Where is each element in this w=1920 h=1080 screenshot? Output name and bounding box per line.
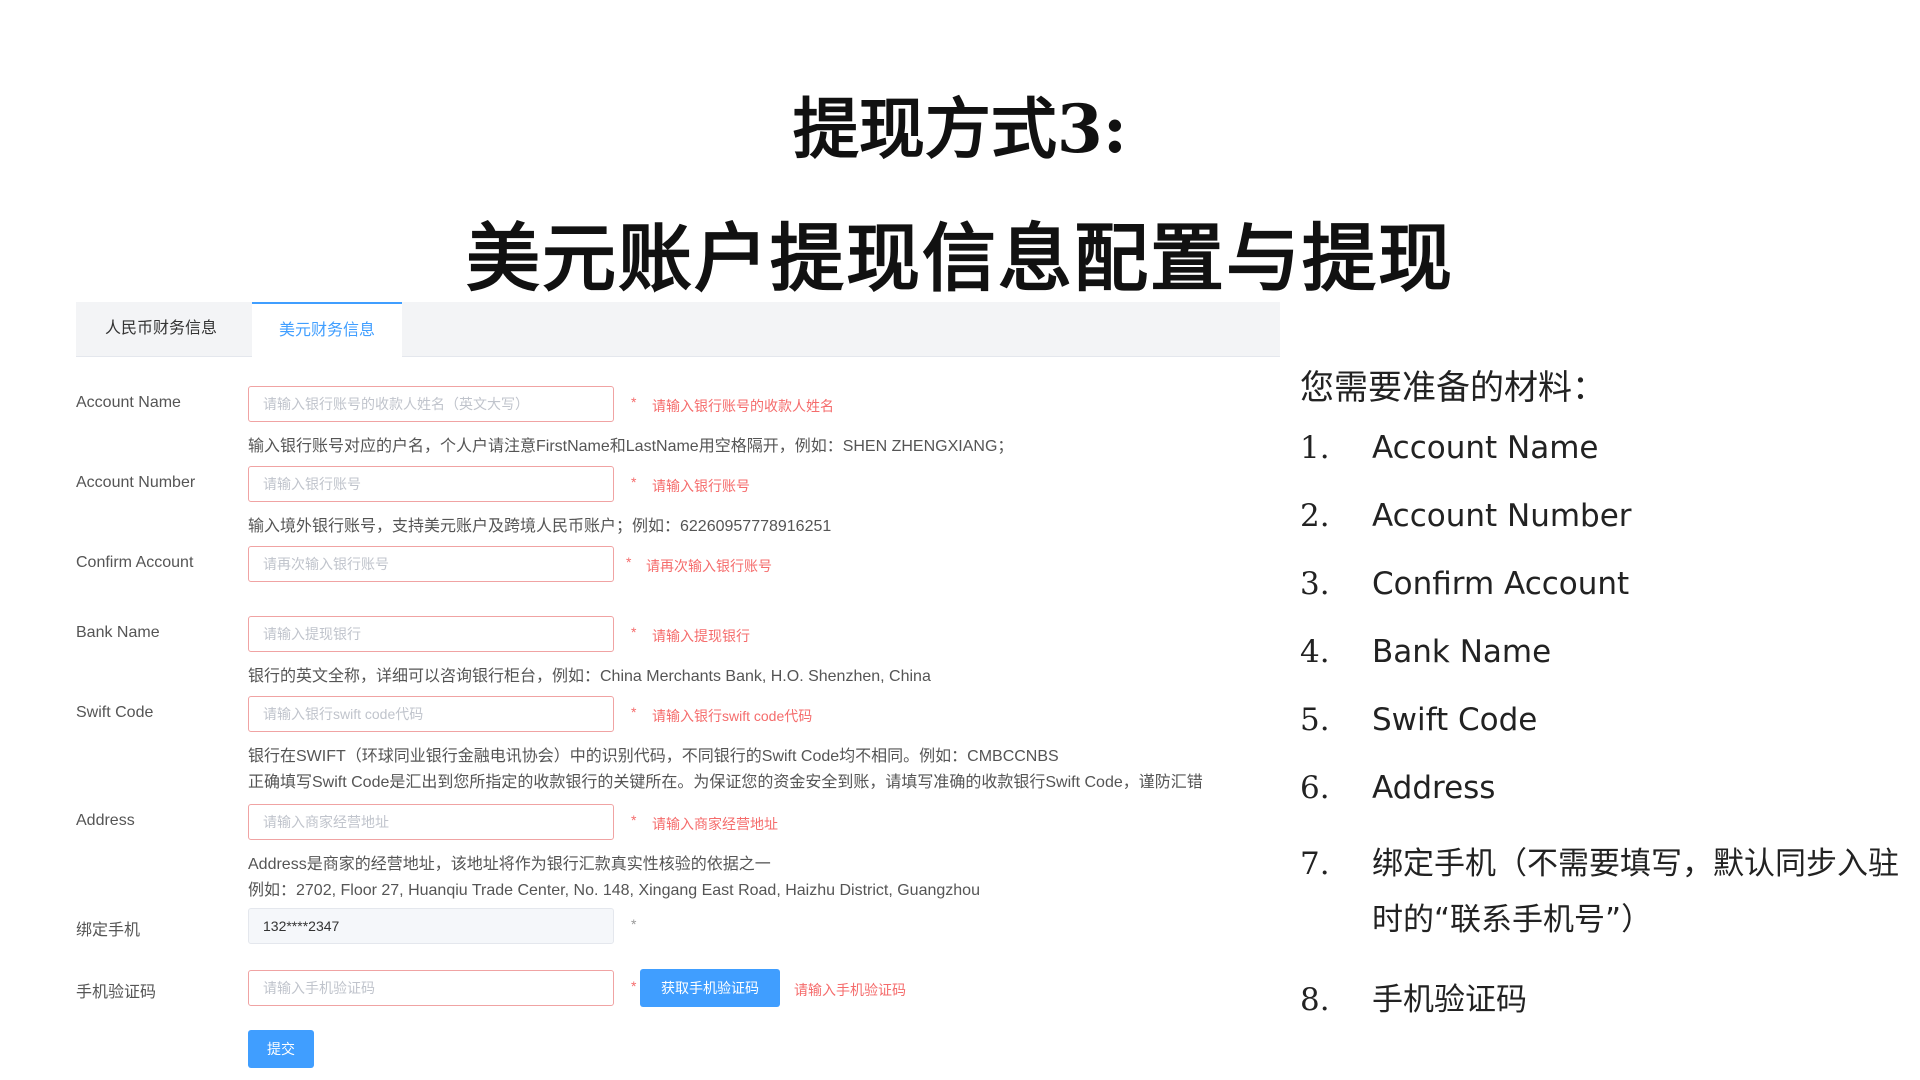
swift-code-hint: 银行在SWIFT（环球同业银行金融电讯协会）中的识别代码，不同银行的Swift … <box>248 748 1059 765</box>
required-mark: * <box>631 916 637 932</box>
required-mark: * <box>631 394 637 410</box>
required-mark: * <box>631 978 637 994</box>
bank-name-error: 请输入提现银行 <box>652 628 750 644</box>
address-input[interactable] <box>248 804 614 840</box>
account-name-input[interactable] <box>248 386 614 422</box>
sms-code-label: 手机验证码 <box>76 984 157 1001</box>
slide-subtitle: 美元账户提现信息配置与提现 <box>466 216 1454 302</box>
sms-code-error: 请输入手机验证码 <box>794 982 906 998</box>
tab-usd-finance-info[interactable]: 美元财务信息 <box>252 302 402 357</box>
account-name-label: Account Name <box>76 394 181 411</box>
bank-name-input[interactable] <box>248 616 614 652</box>
swift-code-warning: 正确填写Swift Code是汇出到您所指定的收款银行的关键所在。为保证您的资金… <box>248 774 1203 791</box>
tab-bar: 人民币财务信息 美元财务信息 <box>76 302 1280 357</box>
required-mark: * <box>631 812 637 828</box>
account-name-error: 请输入银行账号的收款人姓名 <box>652 398 834 414</box>
list-item-text: Account Name <box>1372 430 1599 466</box>
required-mark: * <box>626 554 632 570</box>
confirm-account-label: Confirm Account <box>76 554 194 571</box>
swift-code-label: Swift Code <box>76 704 154 721</box>
required-mark: * <box>631 624 637 640</box>
bank-name-hint: 银行的英文全称，详细可以咨询银行柜台，例如：China Merchants Ba… <box>248 668 931 685</box>
required-mark: * <box>631 704 637 720</box>
address-label: Address <box>76 812 135 829</box>
get-sms-code-button[interactable]: 获取手机验证码 <box>640 969 780 1007</box>
list-item-number: 8. <box>1300 982 1330 1018</box>
list-item-number: 1. <box>1300 430 1330 466</box>
tab-rmb-finance-info[interactable]: 人民币财务信息 <box>86 302 236 356</box>
bound-phone-label: 绑定手机 <box>76 922 141 939</box>
list-item-number: 4. <box>1300 634 1330 670</box>
sms-code-input[interactable] <box>248 970 614 1006</box>
submit-button[interactable]: 提交 <box>248 1030 314 1068</box>
swift-code-input[interactable] <box>248 696 614 732</box>
list-item-text: 绑定手机（不需要填写，默认同步入驻时的“联系手机号”） <box>1372 846 1899 938</box>
list-item-number: 2. <box>1300 498 1330 534</box>
materials-heading: 您需要准备的材料： <box>1300 368 1606 408</box>
account-number-input[interactable] <box>248 466 614 502</box>
bank-name-label: Bank Name <box>76 624 160 641</box>
list-item-text: Confirm Account <box>1372 566 1630 602</box>
list-item-text: Bank Name <box>1372 634 1552 670</box>
list-item-number: 3. <box>1300 566 1330 602</box>
bound-phone-input <box>248 908 614 944</box>
usd-finance-form: 人民币财务信息 美元财务信息 Account Name * 请输入银行账号的收款… <box>76 302 1280 1072</box>
account-name-hint: 输入银行账号对应的户名，个人户请注意FirstName和LastName用空格隔… <box>248 438 1014 455</box>
list-item-text: Address <box>1372 770 1496 806</box>
address-error: 请输入商家经营地址 <box>652 816 778 832</box>
account-number-hint: 输入境外银行账号，支持美元账户及跨境人民币账户；例如：6226095777891… <box>248 518 832 535</box>
list-item-text: Account Number <box>1372 498 1632 534</box>
list-item-text: Swift Code <box>1372 702 1538 738</box>
confirm-account-input[interactable] <box>248 546 614 582</box>
required-mark: * <box>631 474 637 490</box>
list-item-number: 6. <box>1300 770 1330 806</box>
confirm-account-error: 请再次输入银行账号 <box>646 558 772 574</box>
account-number-label: Account Number <box>76 474 196 491</box>
address-hint: Address是商家的经营地址，该地址将作为银行汇款真实性核验的依据之一 <box>248 856 771 873</box>
list-item-number: 7. <box>1300 846 1330 882</box>
slide-title: 提现方式3: <box>792 90 1128 168</box>
list-item-number: 5. <box>1300 702 1330 738</box>
list-item-text: 手机验证码 <box>1372 982 1527 1018</box>
account-number-error: 请输入银行账号 <box>652 478 750 494</box>
address-example: 例如：2702, Floor 27, Huanqiu Trade Center,… <box>248 882 980 899</box>
swift-code-error: 请输入银行swift code代码 <box>652 708 813 724</box>
